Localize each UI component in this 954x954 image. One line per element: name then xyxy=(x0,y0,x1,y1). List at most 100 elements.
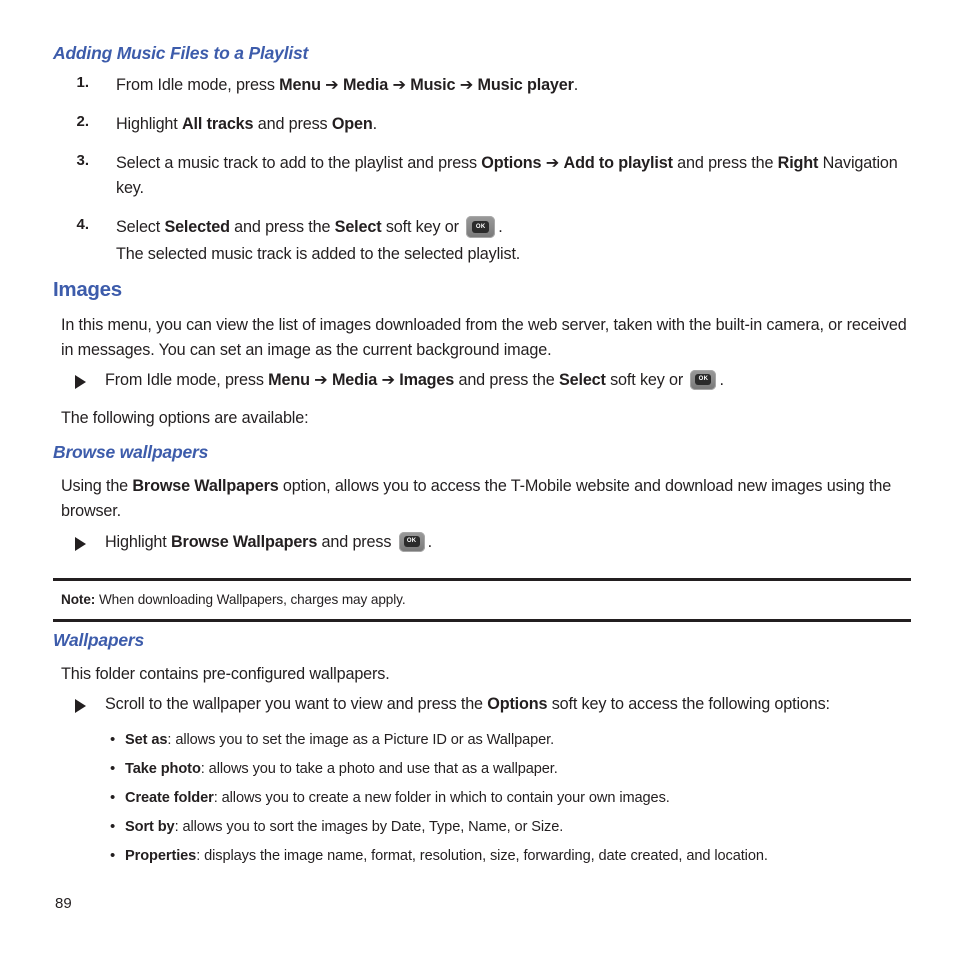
bw-pre: Using the xyxy=(61,477,133,495)
wp-bold-options: Options xyxy=(487,695,548,713)
list-item: • Take photo: allows you to take a photo… xyxy=(110,758,910,780)
option-term: Sort by xyxy=(125,819,175,835)
ok-key-icon[interactable]: OK xyxy=(466,216,496,238)
arrow-icon-6: ➔ xyxy=(381,371,395,389)
option-desc: : allows you to take a photo and use tha… xyxy=(200,761,558,777)
option-term: Properties xyxy=(125,848,197,864)
step-4-bold-select: Select xyxy=(334,218,382,236)
step-1-bold-menu: Menu xyxy=(279,76,321,94)
step-2: 2. Highlight All tracks and press Open. xyxy=(55,112,917,137)
arrow-icon-4: ➔ xyxy=(545,154,560,172)
option-desc: : allows you to set the image as a Pictu… xyxy=(167,732,555,748)
img-bul-bold-media: Media xyxy=(331,371,378,389)
triangle-bullet-icon xyxy=(72,368,105,389)
numbered-steps-list: 1. From Idle mode, press Menu ➔ Media ➔ … xyxy=(55,73,917,281)
step-4-tail: . xyxy=(498,218,503,236)
arrow-icon-3: ➔ xyxy=(459,76,474,94)
step-3: 3. Select a music track to add to the pl… xyxy=(55,151,917,201)
triangle-glyph xyxy=(75,537,86,551)
wallpapers-bullet-text: Scroll to the wallpaper you want to view… xyxy=(105,692,917,717)
ok-key-label: OK xyxy=(695,374,712,385)
bullet-dot-icon: • xyxy=(110,847,116,864)
step-4-line-1: Select Selected and press the Select sof… xyxy=(116,215,917,240)
step-1-bold-media: Media xyxy=(342,76,389,94)
list-item-text: Set as: allows you to set the image as a… xyxy=(125,729,910,751)
list-item: • Create folder: allows you to create a … xyxy=(110,787,910,809)
list-item-text: Properties: displays the image name, for… xyxy=(125,845,910,867)
wallpapers-bullet-item: Scroll to the wallpaper you want to view… xyxy=(72,692,917,717)
step-1-pre: From Idle mode, press xyxy=(116,76,280,94)
option-term: Take photo xyxy=(125,761,201,777)
step-1: 1. From Idle mode, press Menu ➔ Media ➔ … xyxy=(55,73,917,98)
note-body-text: When downloading Wallpapers, charges may… xyxy=(98,592,406,607)
step-2-mid: and press xyxy=(253,115,332,133)
bw-bold-browse-wallpapers: Browse Wallpapers xyxy=(132,477,279,495)
img-bul-tail: . xyxy=(719,371,724,389)
step-text: Select a music track to add to the playl… xyxy=(89,151,917,201)
list-item-text: Sort by: allows you to sort the images b… xyxy=(125,816,910,838)
bullet-dot-icon: • xyxy=(110,760,116,777)
list-item-text: Create folder: allows you to create a ne… xyxy=(125,787,910,809)
bwb-tail: . xyxy=(427,533,433,551)
step-text: From Idle mode, press Menu ➔ Media ➔ Mus… xyxy=(89,73,917,98)
images-bullet-text: From Idle mode, press Menu ➔ Media ➔ Ima… xyxy=(105,368,917,393)
triangle-glyph xyxy=(75,699,86,713)
img-bul-pre: From Idle mode, press xyxy=(105,371,269,389)
images-bullet-item: From Idle mode, press Menu ➔ Media ➔ Ima… xyxy=(72,368,917,393)
heading-browse-wallpapers: Browse wallpapers xyxy=(53,442,209,462)
images-intro-paragraph: In this menu, you can view the list of i… xyxy=(61,316,907,359)
note-bottom-rule xyxy=(53,619,911,622)
browse-wallpapers-bullet-text: Highlight Browse Wallpapers and press OK… xyxy=(105,530,917,555)
bwb-mid: and press xyxy=(317,533,396,551)
step-text: Highlight All tracks and press Open. xyxy=(89,112,917,137)
note-content: Note: When downloading Wallpapers, charg… xyxy=(53,581,911,619)
heading-wallpapers: Wallpapers xyxy=(53,630,145,650)
options-available-intro: The following options are available: xyxy=(61,409,309,427)
step-1-post: . xyxy=(573,76,579,94)
section-browse-wallpapers: Browse wallpapers xyxy=(53,442,923,463)
step-3-mid: and press the xyxy=(672,154,778,172)
list-item: • Properties: displays the image name, f… xyxy=(110,845,910,867)
bullet-dot-icon: • xyxy=(110,789,116,806)
wp-pre: Scroll to the wallpaper you want to view… xyxy=(105,695,488,713)
step-2-post: . xyxy=(372,115,378,133)
wallpaper-options-list: • Set as: allows you to set the image as… xyxy=(110,729,910,874)
ok-key-icon[interactable]: OK xyxy=(398,532,425,552)
step-2-bold-open: Open xyxy=(331,115,373,133)
step-2-pre: Highlight xyxy=(116,115,182,133)
step-number: 1. xyxy=(76,74,89,91)
step-1-bold-music-player: Music player xyxy=(477,76,574,94)
img-bul-bold-images: Images xyxy=(399,371,455,389)
section-images: Images xyxy=(53,278,923,302)
arrow-icon-1: ➔ xyxy=(325,76,339,94)
heading-adding-music-files: Adding Music Files to a Playlist xyxy=(53,43,309,63)
arrow-icon-2: ➔ xyxy=(392,76,406,94)
list-item: • Sort by: allows you to sort the images… xyxy=(110,816,910,838)
ok-key-label: OK xyxy=(403,536,420,547)
step-number: 2. xyxy=(76,113,89,130)
step-4-pre: Select xyxy=(116,218,165,236)
step-4-line-2: The selected music track is added to the… xyxy=(116,245,521,263)
option-desc: : displays the image name, format, resol… xyxy=(196,848,768,864)
option-desc: : allows you to create a new folder in w… xyxy=(213,790,670,806)
browse-wallpapers-paragraph: Using the Browse Wallpapers option, allo… xyxy=(61,474,910,524)
browse-wallpapers-bullet-item: Highlight Browse Wallpapers and press OK… xyxy=(72,530,917,555)
img-bul-mid: and press the xyxy=(454,371,559,389)
step-3-bold-add-to-playlist: Add to playlist xyxy=(563,154,673,172)
bullet-dot-icon: • xyxy=(110,731,116,748)
section-wallpapers: Wallpapers xyxy=(53,630,923,651)
img-bul-bold-menu: Menu xyxy=(268,371,310,389)
ok-key-icon[interactable]: OK xyxy=(690,370,717,390)
step-3-bold-options: Options xyxy=(481,154,542,172)
step-text: Select Selected and press the Select sof… xyxy=(89,215,917,267)
ok-key-label: OK xyxy=(472,221,490,233)
step-number: 4. xyxy=(76,216,89,233)
bwb-bold-browse-wallpapers: Browse Wallpapers xyxy=(171,533,318,551)
img-bul-bold-select: Select xyxy=(558,371,606,389)
step-4-mid: and press the xyxy=(229,218,335,236)
bwb-pre: Highlight xyxy=(105,533,171,551)
step-2-bold-all-tracks: All tracks xyxy=(182,115,254,133)
step-3-pre: Select a music track to add to the playl… xyxy=(116,154,482,172)
heading-images: Images xyxy=(53,278,122,301)
step-4-bold-selected: Selected xyxy=(164,218,230,236)
